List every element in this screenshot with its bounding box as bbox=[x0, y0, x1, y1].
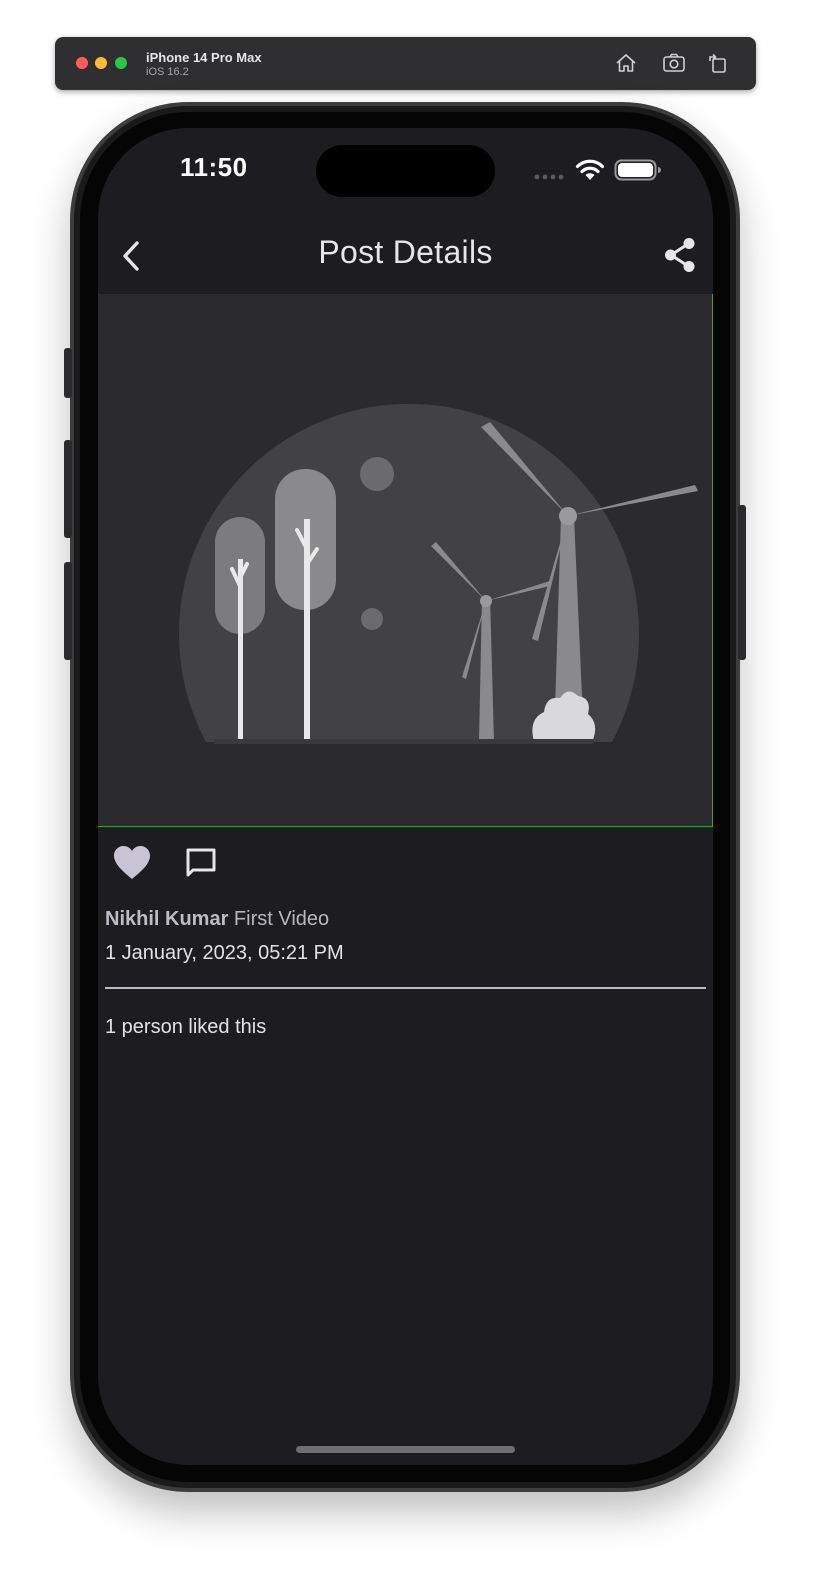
post-timestamp: 1 January, 2023, 05:21 PM bbox=[105, 942, 344, 964]
battery-icon bbox=[614, 159, 661, 181]
divider bbox=[105, 987, 706, 989]
rotate-icon[interactable] bbox=[706, 52, 730, 74]
power-button bbox=[738, 505, 746, 660]
app-bar: Post Details bbox=[98, 216, 713, 294]
simulator-os-version: iOS 16.2 bbox=[146, 66, 189, 78]
mute-switch bbox=[64, 348, 72, 398]
wifi-icon bbox=[575, 159, 605, 180]
simulator-device-name: iPhone 14 Pro Max bbox=[146, 50, 262, 65]
dynamic-island bbox=[316, 145, 495, 197]
likes-count[interactable]: 1 person liked this bbox=[105, 1016, 266, 1039]
simulator-stage: iPhone 14 Pro Max iOS 16.2 11:50 Post De… bbox=[0, 0, 816, 1577]
volume-down-button bbox=[64, 562, 72, 660]
close-window-button[interactable] bbox=[76, 57, 88, 69]
share-icon[interactable] bbox=[662, 236, 698, 274]
phone-screen: 11:50 Post Details Nikhil Kumar First Vi… bbox=[98, 128, 713, 1465]
volume-up-button bbox=[64, 440, 72, 538]
home-icon[interactable] bbox=[614, 52, 638, 74]
comment-icon[interactable] bbox=[184, 846, 218, 880]
post-author[interactable]: Nikhil Kumar bbox=[105, 908, 228, 930]
heart-icon[interactable] bbox=[112, 844, 152, 882]
zoom-window-button[interactable] bbox=[115, 57, 127, 69]
home-indicator[interactable] bbox=[296, 1446, 515, 1453]
post-image[interactable] bbox=[98, 294, 713, 827]
post-caption-text: First Video bbox=[233, 908, 330, 930]
status-time: 11:50 bbox=[180, 152, 248, 182]
post-actions bbox=[98, 840, 713, 890]
post-caption: Nikhil Kumar First Video bbox=[105, 908, 329, 931]
page-title: Post Details bbox=[318, 234, 493, 270]
windmill-landscape-illustration bbox=[178, 403, 698, 744]
minimize-window-button[interactable] bbox=[95, 57, 107, 69]
screenshot-icon[interactable] bbox=[662, 52, 686, 74]
signal-dots-icon bbox=[534, 174, 564, 180]
